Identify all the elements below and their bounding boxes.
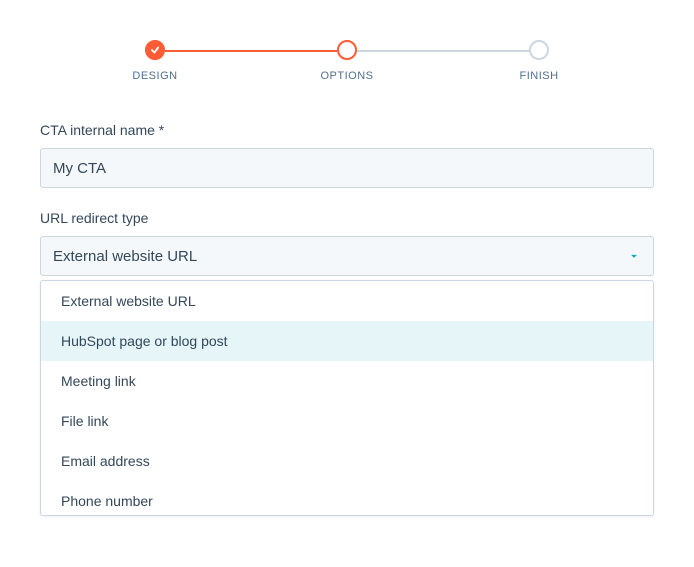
redirect-type-value: External website URL	[53, 248, 197, 265]
dropdown-option[interactable]: Meeting link	[41, 361, 653, 401]
redirect-type-dropdown: External website URL HubSpot page or blo…	[40, 280, 654, 516]
cta-name-input[interactable]	[40, 148, 654, 188]
step-design[interactable]: DESIGN	[120, 40, 190, 82]
step-circle-icon	[529, 40, 549, 60]
redirect-type-select[interactable]: External website URL	[40, 236, 654, 276]
chevron-down-icon	[627, 249, 641, 263]
cta-name-label: CTA internal name *	[40, 122, 654, 138]
dropdown-option[interactable]: HubSpot page or blog post	[41, 321, 653, 361]
step-label: OPTIONS	[320, 70, 373, 82]
dropdown-option[interactable]: External website URL	[41, 281, 653, 321]
stepper-connector	[357, 50, 529, 52]
step-label: DESIGN	[132, 70, 177, 82]
step-circle-icon	[337, 40, 357, 60]
check-icon	[145, 40, 165, 60]
dropdown-option[interactable]: Phone number	[41, 481, 653, 516]
stepper-connector	[165, 50, 337, 52]
wizard-stepper: DESIGN OPTIONS FINISH	[120, 40, 574, 82]
dropdown-option[interactable]: File link	[41, 401, 653, 441]
step-label: FINISH	[519, 70, 558, 82]
step-finish[interactable]: FINISH	[504, 40, 574, 82]
step-options[interactable]: OPTIONS	[312, 40, 382, 82]
dropdown-option[interactable]: Email address	[41, 441, 653, 481]
redirect-type-label: URL redirect type	[40, 210, 654, 226]
